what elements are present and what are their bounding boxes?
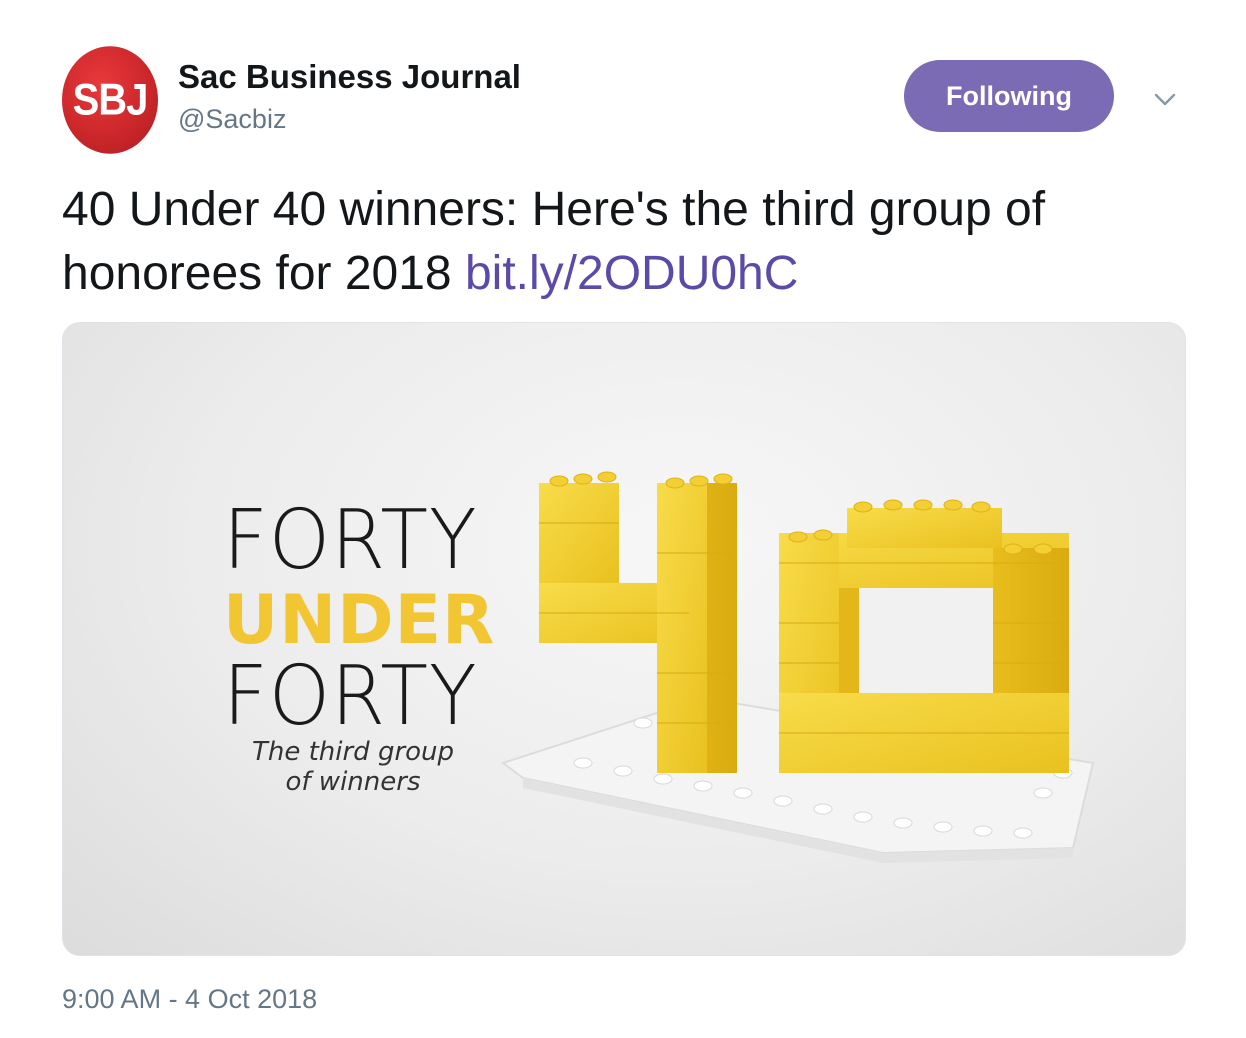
tweet-timestamp[interactable]: 9:00 AM - 4 Oct 2018 [62, 984, 317, 1015]
title-forty-1: FORTY [223, 493, 478, 588]
subtitle-line-2: of winners [285, 767, 421, 797]
following-button[interactable]: Following [904, 60, 1114, 132]
subtitle-line-1: The third group [251, 737, 455, 767]
tweet-link[interactable]: bit.ly/2ODU0hC [465, 247, 798, 300]
tweet-image[interactable]: FORTY UNDER FORTY The third group of win… [62, 322, 1186, 956]
chevron-down-icon[interactable] [1152, 86, 1178, 112]
display-name[interactable]: Sac Business Journal [178, 58, 521, 96]
tweet-text: 40 Under 40 winners: Here's the third gr… [62, 178, 1192, 306]
user-handle[interactable]: @Sacbiz [178, 104, 286, 135]
title-forty-2: FORTY [223, 649, 478, 744]
avatar[interactable]: SBJ [62, 46, 158, 154]
